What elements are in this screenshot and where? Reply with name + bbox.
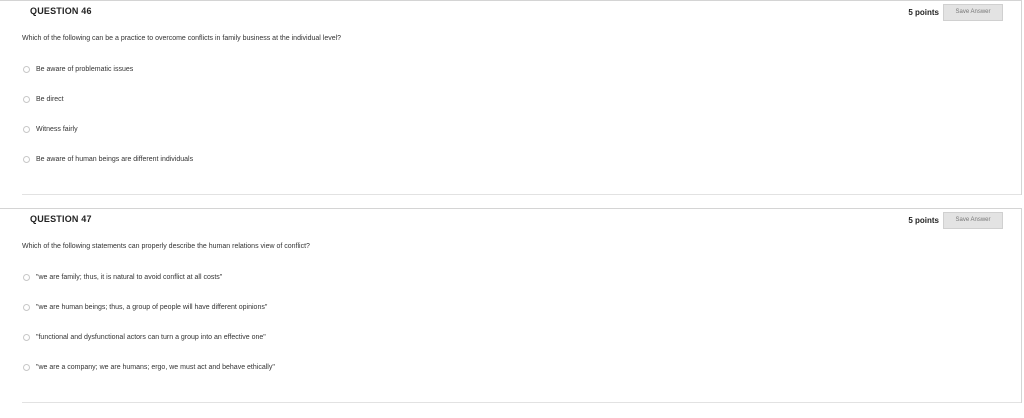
radio-button[interactable] (23, 363, 30, 371)
answer-option-label: Be aware of problematic issues (36, 65, 134, 73)
question-text: Which of the following can be a practice… (22, 35, 342, 42)
answer-option-label: Be aware of human beings are different i… (36, 155, 194, 163)
save-answer-button[interactable]: Save Answer (943, 4, 1003, 21)
divider (22, 402, 1021, 403)
question-header: QUESTION 47 5 points Save Answer (0, 209, 1021, 234)
radio-button[interactable] (23, 65, 30, 73)
answer-option-label: "we are family; thus, it is natural to a… (36, 273, 223, 281)
answer-option[interactable]: Witness fairly (23, 123, 78, 135)
question-47-block: QUESTION 47 5 points Save Answer Which o… (0, 208, 1022, 403)
radio-button[interactable] (23, 273, 30, 281)
answer-option-label: Be direct (36, 95, 64, 103)
answer-option[interactable]: "we are family; thus, it is natural to a… (23, 271, 222, 283)
answer-option-label: "functional and dysfunctional actors can… (36, 333, 266, 341)
radio-button[interactable] (23, 95, 30, 103)
save-answer-button[interactable]: Save Answer (943, 212, 1003, 229)
answer-option-label: Witness fairly (36, 125, 78, 133)
question-points: 5 points (908, 8, 939, 17)
radio-button[interactable] (23, 303, 30, 311)
answer-option-label: "we are a company; we are humans; ergo, … (36, 363, 275, 371)
question-points: 5 points (908, 216, 939, 225)
radio-button[interactable] (23, 155, 30, 163)
question-text: Which of the following statements can pr… (22, 243, 310, 250)
answer-option[interactable]: Be direct (23, 93, 64, 105)
question-header: QUESTION 46 5 points Save Answer (0, 1, 1021, 26)
question-title: QUESTION 47 (30, 214, 92, 224)
answer-option[interactable]: "we are human beings; thus, a group of p… (23, 301, 267, 313)
question-46-block: QUESTION 46 5 points Save Answer Which o… (0, 0, 1022, 195)
answer-option[interactable]: "functional and dysfunctional actors can… (23, 331, 266, 343)
answer-option[interactable]: "we are a company; we are humans; ergo, … (23, 361, 275, 373)
answer-option-label: "we are human beings; thus, a group of p… (36, 303, 268, 311)
answer-option[interactable]: Be aware of human beings are different i… (23, 153, 193, 165)
question-title: QUESTION 46 (30, 6, 92, 16)
divider (22, 194, 1021, 195)
radio-button[interactable] (23, 333, 30, 341)
answer-option[interactable]: Be aware of problematic issues (23, 63, 133, 75)
radio-button[interactable] (23, 125, 30, 133)
